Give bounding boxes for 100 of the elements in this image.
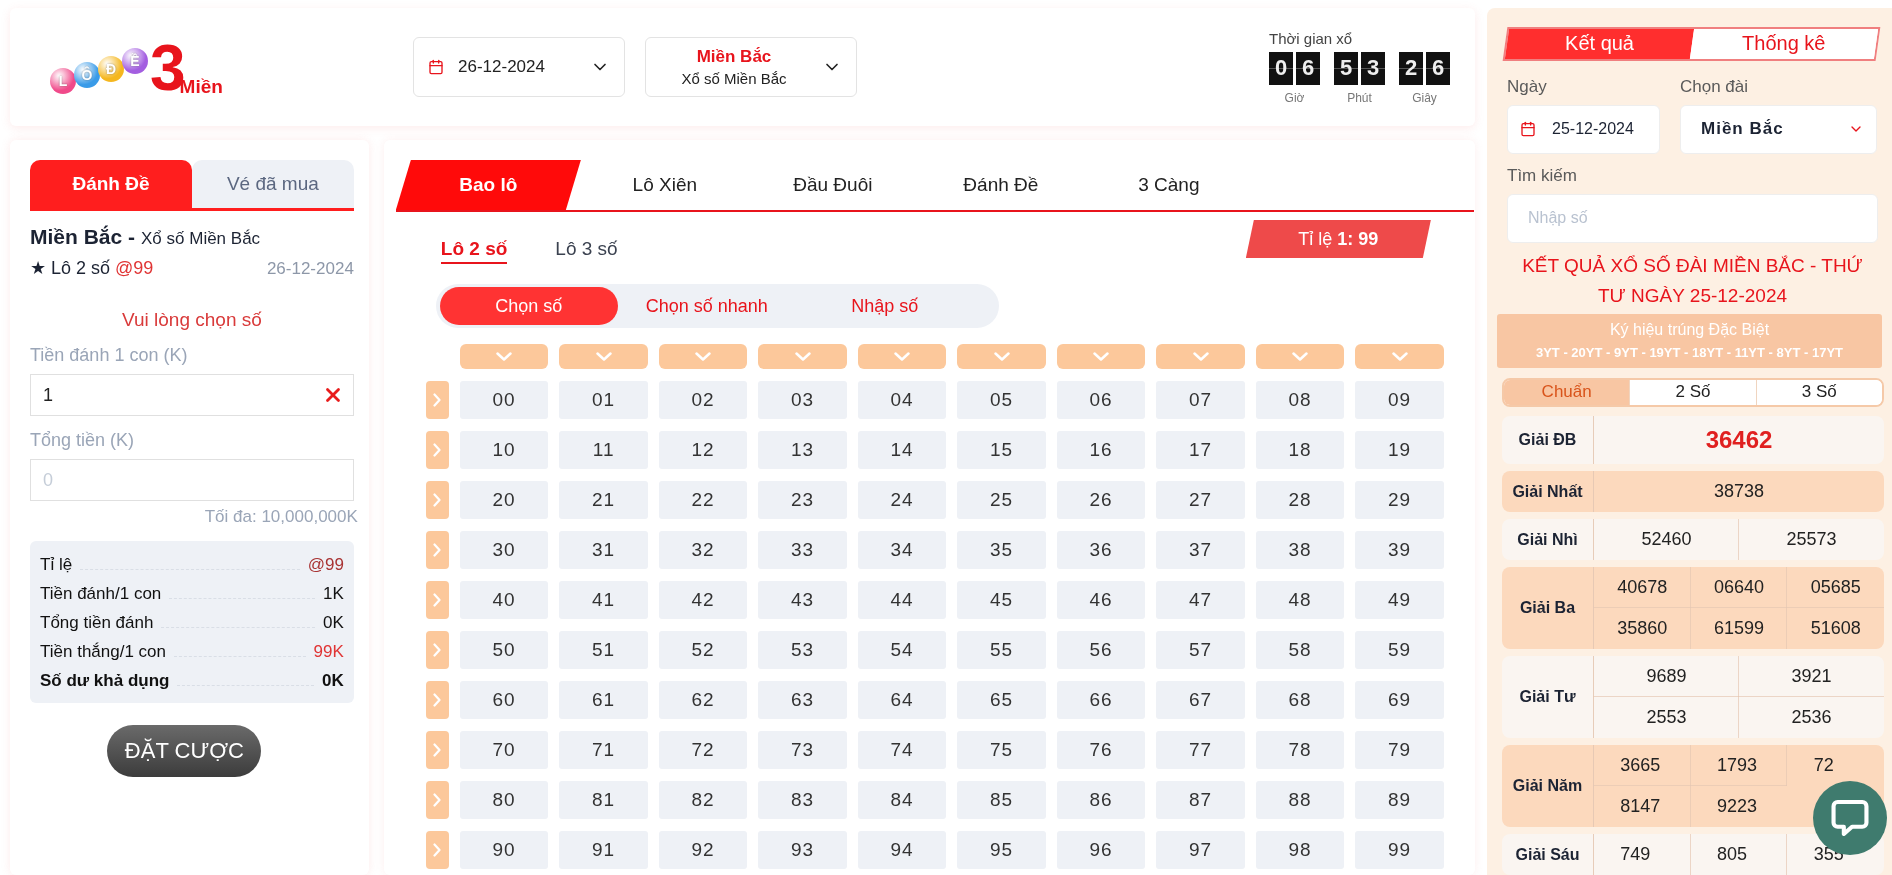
digit-tab[interactable]: 3 Số (1755, 379, 1882, 405)
number-cell[interactable]: 02 (658, 381, 748, 419)
number-cell[interactable]: 39 (1355, 531, 1444, 569)
number-cell[interactable]: 28 (1255, 481, 1345, 519)
column-toggle[interactable] (1156, 344, 1245, 369)
number-cell[interactable]: 55 (957, 631, 1046, 669)
number-cell[interactable]: 12 (658, 431, 748, 469)
number-cell[interactable]: 33 (758, 531, 847, 569)
amount-field[interactable]: 1 (30, 374, 354, 416)
game-tab[interactable]: Đầu Đuôi (748, 160, 917, 210)
number-cell[interactable]: 17 (1156, 431, 1245, 469)
number-cell[interactable]: 16 (1056, 431, 1146, 469)
number-cell[interactable]: 59 (1355, 631, 1444, 669)
number-cell[interactable]: 96 (1056, 831, 1146, 869)
number-cell[interactable]: 69 (1355, 681, 1444, 719)
game-tab[interactable]: Lô Xiên (580, 160, 749, 210)
number-cell[interactable]: 08 (1255, 381, 1345, 419)
number-cell[interactable]: 15 (957, 431, 1046, 469)
number-cell[interactable]: 97 (1156, 831, 1245, 869)
number-cell[interactable]: 51 (559, 631, 648, 669)
row-toggle[interactable] (425, 381, 449, 419)
column-toggle[interactable] (1355, 344, 1444, 369)
panel-tab[interactable]: Đánh Đề (30, 160, 192, 208)
number-cell[interactable]: 27 (1156, 481, 1245, 519)
number-cell[interactable]: 80 (459, 781, 549, 819)
number-cell[interactable]: 31 (559, 531, 648, 569)
number-cell[interactable]: 89 (1355, 781, 1444, 819)
number-cell[interactable]: 37 (1156, 531, 1245, 569)
date-field[interactable]: 25-12-2024 (1507, 104, 1660, 154)
number-cell[interactable]: 72 (658, 731, 748, 769)
number-cell[interactable]: 87 (1156, 781, 1245, 819)
number-cell[interactable]: 03 (758, 381, 847, 419)
mode-tab[interactable]: Nhập số (795, 287, 974, 325)
number-cell[interactable]: 06 (1056, 381, 1146, 419)
number-cell[interactable]: 30 (459, 531, 549, 569)
number-cell[interactable]: 57 (1156, 631, 1245, 669)
region-select[interactable]: Miền Bắc Xổ số Miền Bắc (645, 37, 857, 97)
total-field[interactable]: 0 (30, 459, 354, 501)
number-cell[interactable]: 49 (1355, 581, 1444, 619)
number-cell[interactable]: 50 (459, 631, 549, 669)
row-toggle[interactable] (425, 431, 449, 469)
game-tab[interactable]: Bao lô (395, 160, 581, 210)
number-cell[interactable]: 42 (658, 581, 748, 619)
number-cell[interactable]: 22 (658, 481, 748, 519)
game-tab[interactable]: 3 Càng (1084, 160, 1253, 210)
number-cell[interactable]: 84 (857, 781, 947, 819)
number-cell[interactable]: 38 (1255, 531, 1345, 569)
number-cell[interactable]: 86 (1056, 781, 1146, 819)
number-cell[interactable]: 46 (1056, 581, 1146, 619)
number-cell[interactable]: 00 (459, 381, 549, 419)
number-cell[interactable]: 65 (957, 681, 1046, 719)
number-cell[interactable]: 54 (857, 631, 947, 669)
number-cell[interactable]: 56 (1056, 631, 1146, 669)
number-cell[interactable]: 19 (1355, 431, 1444, 469)
number-cell[interactable]: 14 (857, 431, 947, 469)
number-cell[interactable]: 11 (559, 431, 648, 469)
number-cell[interactable]: 58 (1255, 631, 1345, 669)
number-cell[interactable]: 52 (658, 631, 748, 669)
results-tab[interactable]: Thống kê (1689, 29, 1879, 59)
number-cell[interactable]: 41 (559, 581, 648, 619)
column-toggle[interactable] (1056, 344, 1146, 369)
number-cell[interactable]: 09 (1355, 381, 1444, 419)
row-toggle[interactable] (425, 831, 449, 869)
row-toggle[interactable] (425, 531, 449, 569)
number-cell[interactable]: 85 (957, 781, 1046, 819)
number-cell[interactable]: 07 (1156, 381, 1245, 419)
column-toggle[interactable] (1255, 344, 1345, 369)
place-bet-button[interactable]: ĐẶT CƯỢC (107, 725, 262, 777)
number-cell[interactable]: 99 (1355, 831, 1444, 869)
search-field[interactable]: Nhập số (1507, 193, 1878, 243)
station-select[interactable]: Miền Bắc (1680, 104, 1877, 154)
number-cell[interactable]: 66 (1056, 681, 1146, 719)
number-cell[interactable]: 91 (559, 831, 648, 869)
number-cell[interactable]: 60 (459, 681, 549, 719)
number-cell[interactable]: 81 (559, 781, 648, 819)
game-tab[interactable]: Đánh Đề (916, 160, 1085, 210)
number-cell[interactable]: 92 (658, 831, 748, 869)
number-cell[interactable]: 32 (658, 531, 748, 569)
number-cell[interactable]: 73 (758, 731, 847, 769)
number-cell[interactable]: 48 (1255, 581, 1345, 619)
number-cell[interactable]: 01 (559, 381, 648, 419)
number-cell[interactable]: 34 (857, 531, 947, 569)
number-cell[interactable]: 64 (857, 681, 947, 719)
number-cell[interactable]: 83 (758, 781, 847, 819)
row-toggle[interactable] (425, 731, 449, 769)
row-toggle[interactable] (425, 481, 449, 519)
column-toggle[interactable] (857, 344, 947, 369)
number-cell[interactable]: 25 (957, 481, 1046, 519)
number-cell[interactable]: 20 (459, 481, 549, 519)
number-cell[interactable]: 18 (1255, 431, 1345, 469)
column-toggle[interactable] (658, 344, 748, 369)
number-cell[interactable]: 53 (758, 631, 847, 669)
column-toggle[interactable] (758, 344, 847, 369)
number-cell[interactable]: 77 (1156, 731, 1245, 769)
number-cell[interactable]: 70 (459, 731, 549, 769)
number-cell[interactable]: 44 (857, 581, 947, 619)
number-cell[interactable]: 82 (658, 781, 748, 819)
column-toggle[interactable] (957, 344, 1046, 369)
mode-tab[interactable]: Chọn số (439, 287, 618, 325)
number-cell[interactable]: 36 (1056, 531, 1146, 569)
